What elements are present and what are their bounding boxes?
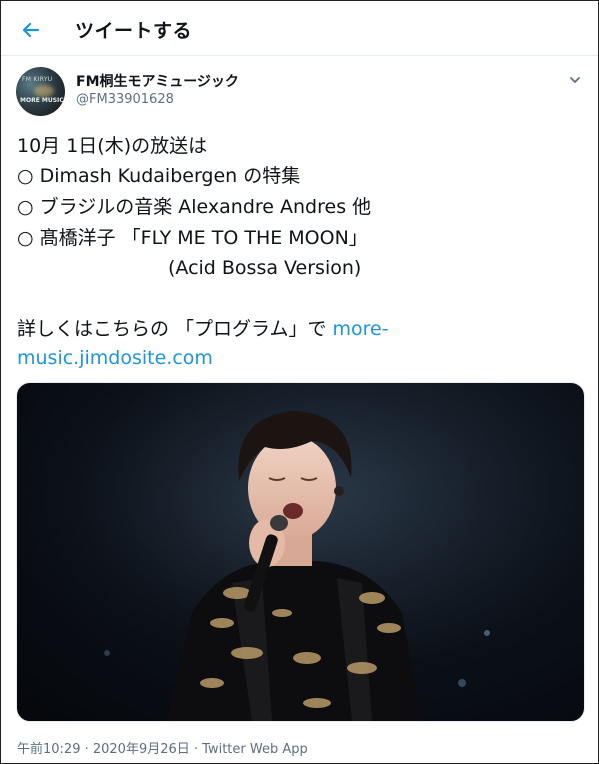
tweet-photo[interactable]: [16, 382, 585, 722]
top-bar: ツイートする: [1, 1, 598, 56]
tweet-line-1: 10月 1日(木)の放送は: [17, 135, 208, 157]
back-button[interactable]: [15, 14, 47, 46]
tweet-detail-text: 詳しくはこちらの 「プログラム」で: [17, 318, 333, 340]
tweet-link-part2[interactable]: music.jimdosite.com: [17, 343, 213, 373]
author-handle[interactable]: @FM33901628: [76, 92, 174, 107]
more-options-button[interactable]: [566, 71, 584, 89]
chevron-down-icon: [570, 77, 580, 83]
avatar-glow: [34, 85, 54, 97]
tweet-detail-line: 詳しくはこちらの 「プログラム」で more-: [17, 314, 389, 344]
page-title: ツイートする: [75, 20, 193, 42]
tweet-window: ツイートする FM KIRYU MORE MUSIC FM桐生モアミュージック …: [0, 0, 599, 764]
tweet-line-2: ○ Dimash Kudaibergen の特集: [17, 165, 301, 187]
avatar-logo-text-bottom: MORE MUSIC: [20, 97, 64, 104]
tweet-line-5: (Acid Bossa Version): [17, 257, 362, 279]
tweet-timestamp[interactable]: 午前10:29 · 2020年9月26日 · Twitter Web App: [17, 738, 308, 757]
tweet-link-part1[interactable]: more-: [333, 318, 389, 340]
tweet-line-4: ○ 髙橋洋子 「FLY ME TO THE MOON」: [17, 227, 368, 249]
tweet-line-3: ○ ブラジルの音楽 Alexandre Andres 他: [17, 196, 372, 218]
arrow-left-icon: [22, 22, 40, 38]
avatar[interactable]: FM KIRYU MORE MUSIC: [16, 67, 65, 116]
singer-photo-image: [17, 383, 584, 721]
avatar-logo-text-top: FM KIRYU: [22, 76, 53, 83]
author-name[interactable]: FM桐生モアミュージック: [76, 71, 239, 91]
